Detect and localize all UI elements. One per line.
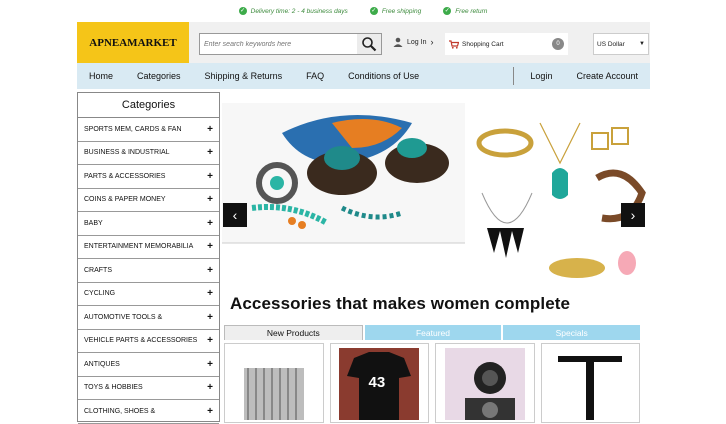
logo[interactable]: APNEAMARKET xyxy=(77,22,189,63)
login-link[interactable]: Log In › xyxy=(393,37,433,47)
nav-home[interactable]: Home xyxy=(77,71,125,81)
dropdown-arrow-icon: ▼ xyxy=(639,41,645,47)
category-item[interactable]: AUTOMOTIVE TOOLS & + xyxy=(78,306,219,330)
category-label: SPORTS MEM, CARDS & FAN xyxy=(84,125,182,133)
check-icon: ✓ xyxy=(443,7,452,15)
category-label: CYCLING xyxy=(84,290,116,298)
search-button[interactable] xyxy=(357,34,381,54)
product-card[interactable]: 43 xyxy=(329,343,429,423)
login-label: Log In xyxy=(407,38,427,46)
category-item[interactable]: CRAFTS + xyxy=(78,259,219,283)
nav-login[interactable]: Login xyxy=(518,71,564,81)
plus-icon[interactable]: + xyxy=(207,147,213,158)
shopping-cart[interactable]: Shopping Cart 0 xyxy=(445,33,568,55)
tab-new-products[interactable]: New Products xyxy=(224,325,363,340)
category-item[interactable]: BABY + xyxy=(78,212,219,236)
search-input[interactable] xyxy=(200,34,357,54)
search-icon xyxy=(362,37,377,52)
check-icon: ✓ xyxy=(238,7,247,15)
product-card[interactable] xyxy=(224,343,324,423)
plus-icon[interactable]: + xyxy=(207,359,213,370)
return-text: Free return xyxy=(455,7,488,15)
category-item[interactable]: VEHICLE PARTS & ACCESSORIES + xyxy=(78,330,219,353)
category-item[interactable]: PARTS & ACCESSORIES + xyxy=(78,165,219,189)
cart-label: Shopping Cart xyxy=(462,40,504,48)
plus-icon[interactable]: + xyxy=(207,194,213,205)
chevron-right-icon: › xyxy=(430,37,434,47)
plus-icon[interactable]: + xyxy=(207,124,213,135)
cart-icon xyxy=(449,39,459,49)
nav-conditions[interactable]: Conditions of Use xyxy=(336,71,431,81)
product-card[interactable] xyxy=(435,343,535,423)
plus-icon[interactable]: + xyxy=(207,312,213,323)
product-image-camera xyxy=(444,348,525,420)
category-label: BABY xyxy=(84,219,103,227)
plus-icon[interactable]: + xyxy=(207,241,213,252)
product-tabs: New Products Featured Specials xyxy=(224,325,641,340)
tab-specials[interactable]: Specials xyxy=(503,325,641,340)
category-item[interactable]: CLOTHING, SHOES & + xyxy=(78,400,219,424)
category-item[interactable]: TOYS & HOBBIES + xyxy=(78,377,219,400)
nav-faq[interactable]: FAQ xyxy=(294,71,336,81)
categories-sidebar: Categories SPORTS MEM, CARDS & FAN + BUSI… xyxy=(77,92,220,424)
product-card[interactable] xyxy=(540,343,640,423)
category-label: ENTERTAINMENT MEMORABILIA xyxy=(84,243,194,251)
cart-count-badge: 0 xyxy=(552,38,564,50)
category-label: BUSINESS & INDUSTRIAL xyxy=(84,149,170,157)
carousel-next-button[interactable]: › xyxy=(621,203,645,227)
category-label: VEHICLE PARTS & ACCESSORIES xyxy=(84,337,198,345)
jersey-number: 43 xyxy=(368,374,386,391)
user-icon xyxy=(393,37,403,47)
shipping-text: Free shipping xyxy=(381,7,422,15)
category-label: ANTIQUES xyxy=(84,360,120,368)
plus-icon[interactable]: + xyxy=(207,265,213,276)
sidebar-title: Categories xyxy=(78,93,219,118)
shipping-info: ✓ Free shipping xyxy=(369,7,422,15)
currency-value: US Dollar xyxy=(597,40,625,48)
hero-banner[interactable] xyxy=(222,103,650,293)
category-item[interactable]: ENTERTAINMENT MEMORABILIA + xyxy=(78,236,219,259)
category-item[interactable]: CYCLING + xyxy=(78,283,219,306)
search-box xyxy=(199,33,382,55)
product-image-radiator xyxy=(243,368,304,420)
plus-icon[interactable]: + xyxy=(207,218,213,229)
category-label: TOYS & HOBBIES xyxy=(84,384,143,392)
plus-icon[interactable]: + xyxy=(207,335,213,346)
category-item[interactable]: SPORTS MEM, CARDS & FAN + xyxy=(78,118,219,142)
top-info-bar: ✓ Delivery time: 2 - 4 business days ✓ Fre… xyxy=(0,0,726,22)
category-item[interactable]: COINS & PAPER MONEY + xyxy=(78,189,219,212)
nav-shipping-returns[interactable]: Shipping & Returns xyxy=(193,71,295,81)
plus-icon[interactable]: + xyxy=(207,171,213,182)
product-image-table-base xyxy=(558,356,623,420)
header: APNEAMARKET Log In › Shopping Cart 0 US … xyxy=(77,22,650,63)
delivery-text: Delivery time: 2 - 4 business days xyxy=(250,7,348,15)
plus-icon[interactable]: + xyxy=(207,382,213,393)
product-grid: 43 xyxy=(224,340,640,423)
delivery-info: ✓ Delivery time: 2 - 4 business days xyxy=(238,7,348,15)
category-label: AUTOMOTIVE TOOLS & xyxy=(84,313,163,321)
category-label: COINS & PAPER MONEY xyxy=(84,196,166,204)
category-label: PARTS & ACCESSORIES xyxy=(84,172,166,180)
check-icon: ✓ xyxy=(369,7,378,15)
banner-caption: Accessories that makes women complete xyxy=(230,294,571,313)
plus-icon[interactable]: + xyxy=(207,406,213,417)
plus-icon[interactable]: + xyxy=(207,288,213,299)
nav-divider xyxy=(513,67,515,85)
category-item[interactable]: ANTIQUES + xyxy=(78,353,219,377)
nav-categories[interactable]: Categories xyxy=(125,71,193,81)
currency-select[interactable]: US Dollar ▼ xyxy=(593,33,649,55)
category-label: CRAFTS xyxy=(84,266,112,274)
carousel-prev-button[interactable]: ‹ xyxy=(223,203,247,227)
banner-image xyxy=(222,103,650,293)
nav-create-account[interactable]: Create Account xyxy=(564,71,650,81)
category-item[interactable]: BUSINESS & INDUSTRIAL + xyxy=(78,142,219,165)
return-info: ✓ Free return xyxy=(443,7,487,15)
main-nav: Home Categories Shipping & Returns FAQ C… xyxy=(77,63,650,89)
tab-featured[interactable]: Featured xyxy=(364,325,502,340)
